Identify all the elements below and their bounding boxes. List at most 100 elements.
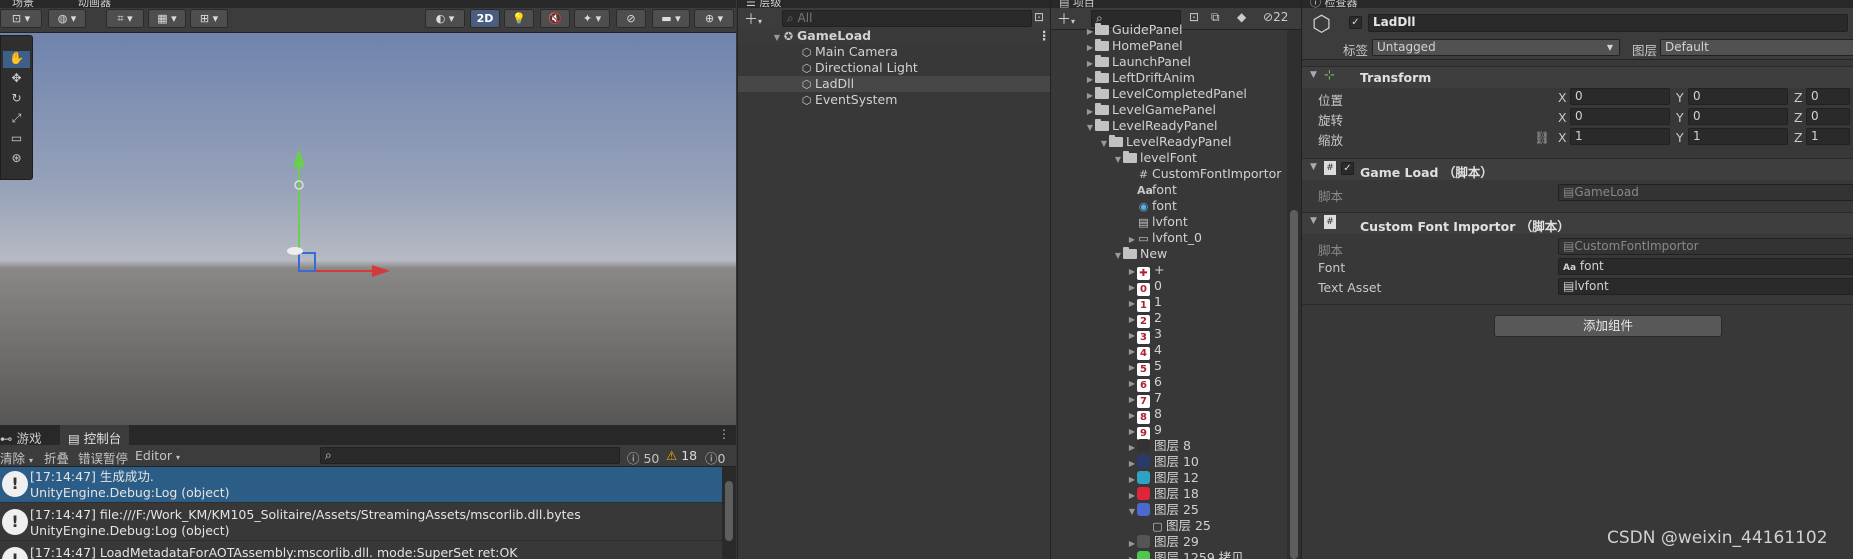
hierarchy-search-input[interactable]: ⌕ All [782,10,1032,27]
project-item[interactable]: ▶ 图层 29 [1051,534,1287,550]
console-search-input[interactable]: ⌕ [320,447,620,464]
project-item[interactable]: ▶ 2 2 [1051,310,1287,328]
rotate-tool-icon[interactable]: ↻ [3,91,30,108]
text-asset-field[interactable]: ▤lvfont [1558,278,1853,295]
tab-console[interactable]: ▤ 控制台 [60,425,130,446]
transform-tool-icon[interactable]: ⊛ [3,151,30,168]
project-item[interactable]: ▶ 图层 18 [1051,486,1287,502]
increment-snap-button[interactable]: ▦ ▾ [148,9,186,28]
grid-snap-button[interactable]: ⌗ ▾ [106,9,144,28]
project-item[interactable]: ▶ 9 9 [1051,422,1287,440]
transform-z-field[interactable]: 0 [1806,88,1850,105]
transform-gizmo[interactable] [280,143,400,283]
foldout-arrow-icon[interactable]: ▼ [1310,216,1317,226]
transform-z-field[interactable]: 1 [1806,128,1850,145]
project-item[interactable]: ▶ 图层 1259 拷贝 [1051,550,1287,559]
hierarchy-item[interactable]: ⬡ Main Camera [738,44,1050,60]
project-item[interactable]: ▼ 图层 25 [1051,502,1287,518]
editor-dropdown[interactable]: Editor ▾ [135,448,180,463]
draw-mode-button[interactable]: ⊡ ▾ [0,9,42,28]
log-count-button[interactable]: ⓘ 50 [627,448,659,467]
create-button[interactable]: ＋▾ [744,9,762,29]
project-item[interactable]: ▼ New [1051,246,1287,262]
visibility-button[interactable]: ⊘ [616,9,646,28]
project-item[interactable]: ▶ 7 7 [1051,390,1287,408]
globe-button[interactable]: ◍ ▾ [48,9,86,28]
project-item[interactable]: ▶ ✚ + [1051,262,1287,280]
project-item[interactable]: ▼ LevelReadyPanel [1051,118,1287,134]
project-item[interactable]: ▶ LevelCompletedPanel [1051,86,1287,102]
audio-button[interactable]: 🔇 [540,9,570,28]
tag-dropdown[interactable]: Untagged ▼ [1372,39,1620,56]
rect-tool-icon[interactable]: ▭ [3,131,30,148]
constrain-proportions-icon[interactable]: ⛓ [1534,130,1550,146]
transform-z-field[interactable]: 0 [1806,108,1850,125]
project-item[interactable]: ▶ 1 1 [1051,294,1287,312]
console-scrollbar-thumb[interactable] [725,481,733,541]
gameload-header[interactable]: ▼ # ✓ Game Load （脚本） [1302,158,1853,180]
font-field[interactable]: Aa font [1558,258,1853,275]
search-filter-icon[interactable]: ⊡ [1034,10,1044,24]
foldout-arrow-icon[interactable]: ▼ [1310,70,1317,80]
project-item[interactable]: ▶ 8 8 [1051,406,1287,424]
project-item[interactable]: ▼ LevelReadyPanel [1051,134,1287,150]
hierarchy-item[interactable]: ⬡ EventSystem [738,92,1050,108]
lighting-button[interactable]: 💡 [504,9,534,28]
log-entry[interactable]: ! [17:14:47] LoadMetadataForAOTAssembly:… [0,543,722,559]
hierarchy-root[interactable]: ▼ ✪ GameLoad ⋮ [738,28,1051,44]
project-item[interactable]: ▢ 图层 25 [1051,518,1287,534]
clear-button[interactable]: 清除 ▾ [0,448,33,467]
warn-count-button[interactable]: ⚠ 18 [666,448,697,463]
align-button[interactable]: ⊞ ▾ [190,9,228,28]
customfont-header[interactable]: ▼ # Custom Font Importor （脚本） [1302,212,1853,234]
transform-x-field[interactable]: 0 [1570,88,1670,105]
project-item[interactable]: ▶ HomePanel [1051,38,1287,54]
gizmos-button[interactable]: ⊕ ▾ [694,9,734,28]
log-entry[interactable]: ! [17:14:47] file:///F:/Work_KM/KM105_So… [0,505,722,541]
error-count-button[interactable]: ⓘ0 [705,448,725,467]
project-scrollbar-thumb[interactable] [1290,210,1298,559]
effects-button[interactable]: ✦ ▾ [574,9,610,28]
camera-button[interactable]: ▬ ▾ [652,9,690,28]
transform-x-field[interactable]: 1 [1570,128,1670,145]
scene-viewport[interactable] [0,33,736,425]
move-tool-icon[interactable]: ✥ [3,71,30,88]
project-item[interactable]: ▶ LeftDriftAnim [1051,70,1287,86]
hierarchy-root-menu-icon[interactable]: ⋮ [1038,28,1051,44]
mode-2d-button[interactable]: 2D [470,9,500,28]
project-item[interactable]: # CustomFontImportor [1051,166,1287,182]
project-item[interactable]: ▶ LevelGamePanel [1051,102,1287,118]
project-item[interactable]: ▶ 图层 8 [1051,438,1287,454]
hierarchy-item[interactable]: ⬡ LadDll [738,76,1050,92]
shading-button[interactable]: ◐ ▾ [425,9,465,28]
object-name-field[interactable]: LadDll [1368,14,1848,32]
foldout-arrow-icon[interactable]: ▶ [1127,552,1137,559]
project-item[interactable]: ▶ ▭ lvfont_0 [1051,230,1287,246]
project-scrollbar[interactable] [1287,30,1301,559]
hierarchy-item[interactable]: ⬡ Directional Light [738,60,1050,76]
project-item[interactable]: ▶ LaunchPanel [1051,54,1287,70]
transform-y-field[interactable]: 1 [1688,128,1788,145]
gameload-enabled-checkbox[interactable]: ✓ [1341,162,1354,175]
project-item[interactable]: ▼ levelFont [1051,150,1287,166]
project-item[interactable]: ▶ 图层 10 [1051,454,1287,470]
layer-dropdown[interactable]: Default [1660,39,1853,56]
add-component-button[interactable]: 添加组件 [1494,315,1722,337]
project-item[interactable]: ▶ GuidePanel [1051,22,1287,38]
project-item[interactable]: ▶ 图层 12 [1051,470,1287,486]
scale-tool-icon[interactable]: ⤢ [3,111,30,128]
active-checkbox[interactable]: ✓ [1349,16,1362,29]
project-item[interactable]: ◉ font [1051,198,1287,214]
transform-y-field[interactable]: 0 [1688,108,1788,125]
project-item[interactable]: ▶ 5 5 [1051,358,1287,376]
project-item[interactable]: ▶ 0 0 [1051,278,1287,296]
project-item[interactable]: ▶ 4 4 [1051,342,1287,360]
transform-y-field[interactable]: 0 [1688,88,1788,105]
foldout-arrow-icon[interactable]: ▼ [1310,162,1317,172]
collapse-button[interactable]: 折叠 [44,448,69,467]
project-item[interactable]: ▶ 3 3 [1051,326,1287,344]
console-scrollbar[interactable] [722,467,736,559]
transform-x-field[interactable]: 0 [1570,108,1670,125]
console-menu-icon[interactable]: ⋮ [718,427,730,441]
hand-tool-icon[interactable]: ✋ [3,51,30,68]
